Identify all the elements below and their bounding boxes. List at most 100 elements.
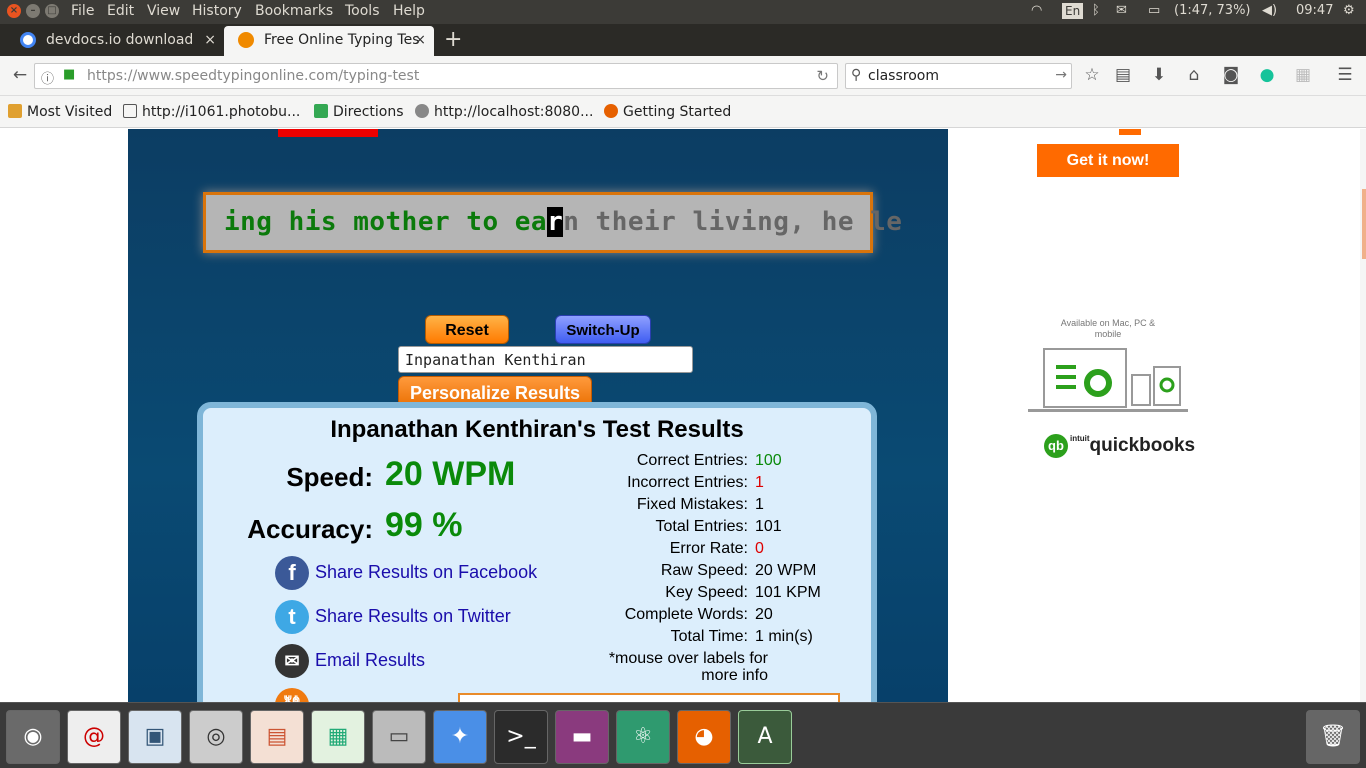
hamburger-menu-icon[interactable]: ☰ — [1333, 64, 1357, 86]
terminal-icon[interactable]: >_ — [494, 710, 548, 764]
close-window-icon[interactable]: × — [7, 4, 21, 18]
keyboard-layout-indicator[interactable]: En — [1062, 3, 1084, 19]
stat-complete-words[interactable]: Complete Words: 20 — [583, 606, 883, 628]
battery-icon[interactable]: ▭ — [1148, 3, 1160, 18]
typed-text: ing his mother to ea — [224, 207, 548, 237]
menu-file[interactable]: File — [71, 3, 94, 19]
quickbooks-logo: qb intuitquickbooks — [1044, 434, 1195, 458]
accuracy-label[interactable]: Accuracy: — [223, 514, 373, 545]
stat-raw-speed[interactable]: Raw Speed: 20 WPM — [583, 562, 883, 584]
search-input[interactable] — [868, 67, 1048, 85]
intuit-prefix: intuit — [1070, 434, 1090, 443]
results-link-field[interactable] — [458, 693, 840, 702]
minimize-window-icon[interactable]: – — [26, 4, 40, 18]
grammarly-icon[interactable]: ● — [1255, 64, 1279, 86]
results-panel: Inpanathan Kenthiran's Test Results Spee… — [197, 402, 877, 702]
quickbooks-ad[interactable]: ▬ Get it now! Available on Mac, PC & mob… — [948, 129, 1366, 702]
spreadsheet-icon[interactable]: ▦ — [311, 710, 365, 764]
close-tab-icon[interactable]: × — [414, 26, 426, 54]
mail-icon: ✉ — [275, 644, 309, 678]
stat-fixed-mistakes[interactable]: Fixed Mistakes: 1 — [583, 496, 883, 518]
accuracy-value: 99 % — [385, 506, 463, 544]
stat-error-rate[interactable]: Error Rate: 0 — [583, 540, 883, 562]
browser-globe-icon[interactable]: ✦ — [433, 710, 487, 764]
battery-status: (1:47, 73%) — [1174, 3, 1251, 18]
pocket-icon[interactable]: ◙ — [1219, 64, 1243, 86]
mail-icon[interactable]: ✉ — [1116, 3, 1127, 18]
reading-list-icon[interactable]: ▤ — [1111, 64, 1135, 86]
launcher-dock: ◉ @ ▣ ◎ ▤ ▦ ▭ ✦ >_ ▬ ⚛ ◕ A 🗑 — [0, 702, 1366, 768]
reset-button[interactable]: Reset — [425, 315, 509, 344]
bookmark-localhost[interactable]: http://localhost:8080... — [415, 104, 593, 120]
stat-total-entries[interactable]: Total Entries: 101 — [583, 518, 883, 540]
bookmark-directions[interactable]: Directions — [314, 104, 404, 120]
software-updater-icon[interactable]: A — [738, 710, 792, 764]
mouse-over-note: *mouse over labels for more info — [608, 650, 768, 684]
bookmark-star-icon[interactable]: ☆ — [1080, 64, 1104, 86]
camera-icon[interactable]: ◎ — [189, 710, 243, 764]
stat-value: 101 — [755, 518, 782, 535]
maximize-window-icon[interactable]: □ — [45, 4, 59, 18]
get-it-now-button[interactable]: Get it now! — [1037, 144, 1179, 177]
name-input[interactable] — [398, 346, 693, 373]
menu-bookmarks[interactable]: Bookmarks — [255, 3, 333, 19]
url-path: /typing-test — [338, 68, 420, 84]
image-viewer-icon[interactable]: ▣ — [128, 710, 182, 764]
lock-icon: ■ — [63, 67, 76, 82]
volume-icon[interactable]: ◀) — [1262, 3, 1277, 18]
evolution-mail-icon[interactable]: @ — [67, 710, 121, 764]
presentation-icon[interactable]: ▤ — [250, 710, 304, 764]
speed-label[interactable]: Speed: — [243, 462, 373, 493]
menu-view[interactable]: View — [147, 3, 180, 19]
scrollbar-thumb[interactable] — [1362, 189, 1366, 259]
link-icon: ⛓ — [275, 688, 309, 702]
menu-tools[interactable]: Tools — [345, 3, 380, 19]
bookmark-getting-started[interactable]: Getting Started — [604, 104, 731, 120]
back-button[interactable]: ← — [8, 64, 32, 86]
url-bar[interactable]: ⓘ ■ https://www.speedtypingonline.com/ty… — [34, 63, 838, 89]
gear-icon[interactable]: ⚙ — [1343, 3, 1355, 18]
firefox-icon[interactable]: ◕ — [677, 710, 731, 764]
clock[interactable]: 09:47 — [1296, 3, 1333, 18]
menu-edit[interactable]: Edit — [107, 3, 134, 19]
close-tab-icon[interactable]: × — [204, 26, 216, 54]
new-tab-button[interactable]: + — [444, 27, 462, 52]
menu-history[interactable]: History — [192, 3, 242, 19]
search-box[interactable]: ⚲ → — [845, 63, 1072, 89]
stat-value: 0 — [755, 540, 764, 557]
typing-text-box[interactable]: ing his mother to earn their living, he … — [203, 192, 902, 253]
home-icon[interactable]: ⌂ — [1182, 64, 1206, 86]
menu-help[interactable]: Help — [393, 3, 425, 19]
remaining-text: n their living, he le — [563, 207, 903, 237]
wifi-icon[interactable]: ◠ — [1031, 3, 1042, 18]
maps-icon — [314, 104, 328, 118]
facebook-icon: f — [275, 556, 309, 590]
tab-devdocs[interactable]: devdocs.io download × — [6, 26, 224, 56]
stat-value: 1 — [755, 496, 764, 513]
trash-icon[interactable]: 🗑 — [1306, 710, 1360, 764]
bluetooth-icon[interactable]: ᛒ — [1092, 3, 1100, 18]
stat-key-speed[interactable]: Key Speed: 101 KPM — [583, 584, 883, 606]
ad-availability-text: Available on Mac, PC & mobile — [1060, 318, 1156, 339]
url-domain: https://www.speedtypingonline.com — [87, 68, 339, 84]
timer-strip — [278, 129, 378, 137]
stat-correct-entries[interactable]: Correct Entries: 100 — [583, 452, 883, 474]
info-icon[interactable]: ⓘ — [41, 68, 54, 87]
bookmark-photobucket[interactable]: http://i1061.photobu... — [123, 104, 300, 120]
results-title: Inpanathan Kenthiran's Test Results — [330, 416, 744, 443]
app-window-icon[interactable]: ▬ — [555, 710, 609, 764]
downloads-icon[interactable]: ⬇ — [1147, 64, 1171, 86]
dash-home-icon[interactable]: ◉ — [6, 710, 60, 764]
bookmark-most-visited[interactable]: Most Visited — [8, 104, 112, 120]
stat-incorrect-entries[interactable]: Incorrect Entries: 1 — [583, 474, 883, 496]
stat-value: 1 — [755, 474, 764, 491]
folder-icon — [8, 104, 22, 118]
extension-icon[interactable]: ▦ — [1291, 64, 1315, 86]
file-manager-icon[interactable]: ▭ — [372, 710, 426, 764]
atom-editor-icon[interactable]: ⚛ — [616, 710, 670, 764]
reload-icon[interactable]: ↻ — [816, 67, 829, 85]
switch-up-button[interactable]: Switch-Up — [555, 315, 651, 344]
tab-speedtyping[interactable]: Free Online Typing Tes × — [224, 26, 434, 56]
stat-total-time[interactable]: Total Time: 1 min(s) — [583, 628, 883, 650]
search-go-icon[interactable]: → — [1055, 67, 1067, 83]
